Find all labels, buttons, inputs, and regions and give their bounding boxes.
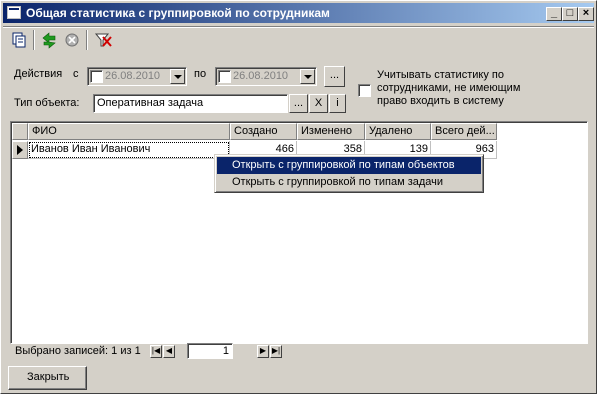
from-label: с [73,68,79,80]
include-stats-label-line2: сотрудниками, не имеющим [377,82,521,94]
include-stats-checkbox[interactable] [358,84,371,97]
date-from-checkbox[interactable] [90,70,103,83]
context-menu: Открыть с группировкой по типам объектов… [214,154,484,193]
next-page-button[interactable]: ▶ [257,345,269,358]
object-type-select-button[interactable]: ... [289,94,308,113]
column-header-total[interactable]: Всего дей... [431,123,497,140]
object-type-info-button[interactable]: i [329,94,346,113]
date-from-dropdown-button[interactable] [170,69,185,84]
stop-button[interactable] [61,29,83,51]
window-title: Общая статистика с группировкой по сотру… [26,6,330,20]
page-number-field[interactable]: 1 [187,343,233,359]
cell-name[interactable]: Иванов Иван Иванович [28,141,230,159]
row-indicator [12,141,28,159]
toolbar-separator [33,30,35,50]
toolbar-divider [3,26,594,27]
stop-icon [65,33,79,47]
title-bar: Общая статистика с группировкой по сотру… [3,3,594,23]
date-to-checkbox[interactable] [218,70,231,83]
copy-button[interactable] [8,29,30,51]
menu-item-group-by-object-types[interactable]: Открыть с группировкой по типам объектов [217,157,481,174]
toolbar-separator [86,30,88,50]
current-row-arrow-icon [17,145,23,155]
copy-icon [12,32,26,48]
last-page-button[interactable]: ▶| [270,345,282,358]
period-button[interactable]: ... [324,66,345,87]
actions-label: Действия [14,68,63,80]
selected-records-text: Выбрано записей: 1 из 1 [15,345,141,357]
page-number-value: 1 [222,345,229,357]
date-to-field[interactable]: 26.08.2010 [215,67,317,86]
column-header-changed[interactable]: Изменено [297,123,365,140]
maximize-button[interactable]: □ [562,7,578,21]
app-icon [7,6,21,19]
date-to-dropdown-button[interactable] [300,69,315,84]
date-from-field[interactable]: 26.08.2010 [87,67,187,86]
refresh-button[interactable] [38,29,60,51]
column-header-name[interactable]: ФИО [28,123,230,140]
date-to-value: 26.08.2010 [233,70,289,82]
prev-page-button[interactable]: ◀ [163,345,175,358]
row-indicator-header [12,123,28,140]
column-header-created[interactable]: Создано [230,123,297,140]
main-window: Общая статистика с группировкой по сотру… [0,0,597,394]
close-button[interactable]: Закрыть [8,366,87,390]
to-label: по [194,68,207,80]
object-type-clear-button[interactable]: X [309,94,328,113]
object-type-field[interactable]: Оперативная задача [93,94,288,113]
column-header-deleted[interactable]: Удалено [365,123,431,140]
refresh-icon [42,32,56,49]
close-window-button[interactable]: × [578,7,594,21]
first-page-button[interactable]: |◀ [150,345,162,358]
clear-filter-button[interactable] [92,29,114,51]
object-type-label: Тип объекта: [14,97,80,109]
date-from-value: 26.08.2010 [105,70,161,82]
minimize-button[interactable]: _ [546,7,562,21]
include-stats-label-line3: право входить в систему [377,95,504,107]
object-type-value: Оперативная задача [97,97,204,109]
clear-filter-icon [94,33,112,47]
include-stats-label-line1: Учитывать статистику по [377,69,504,81]
menu-item-group-by-task-types[interactable]: Открыть с группировкой по типам задачи [217,174,481,191]
